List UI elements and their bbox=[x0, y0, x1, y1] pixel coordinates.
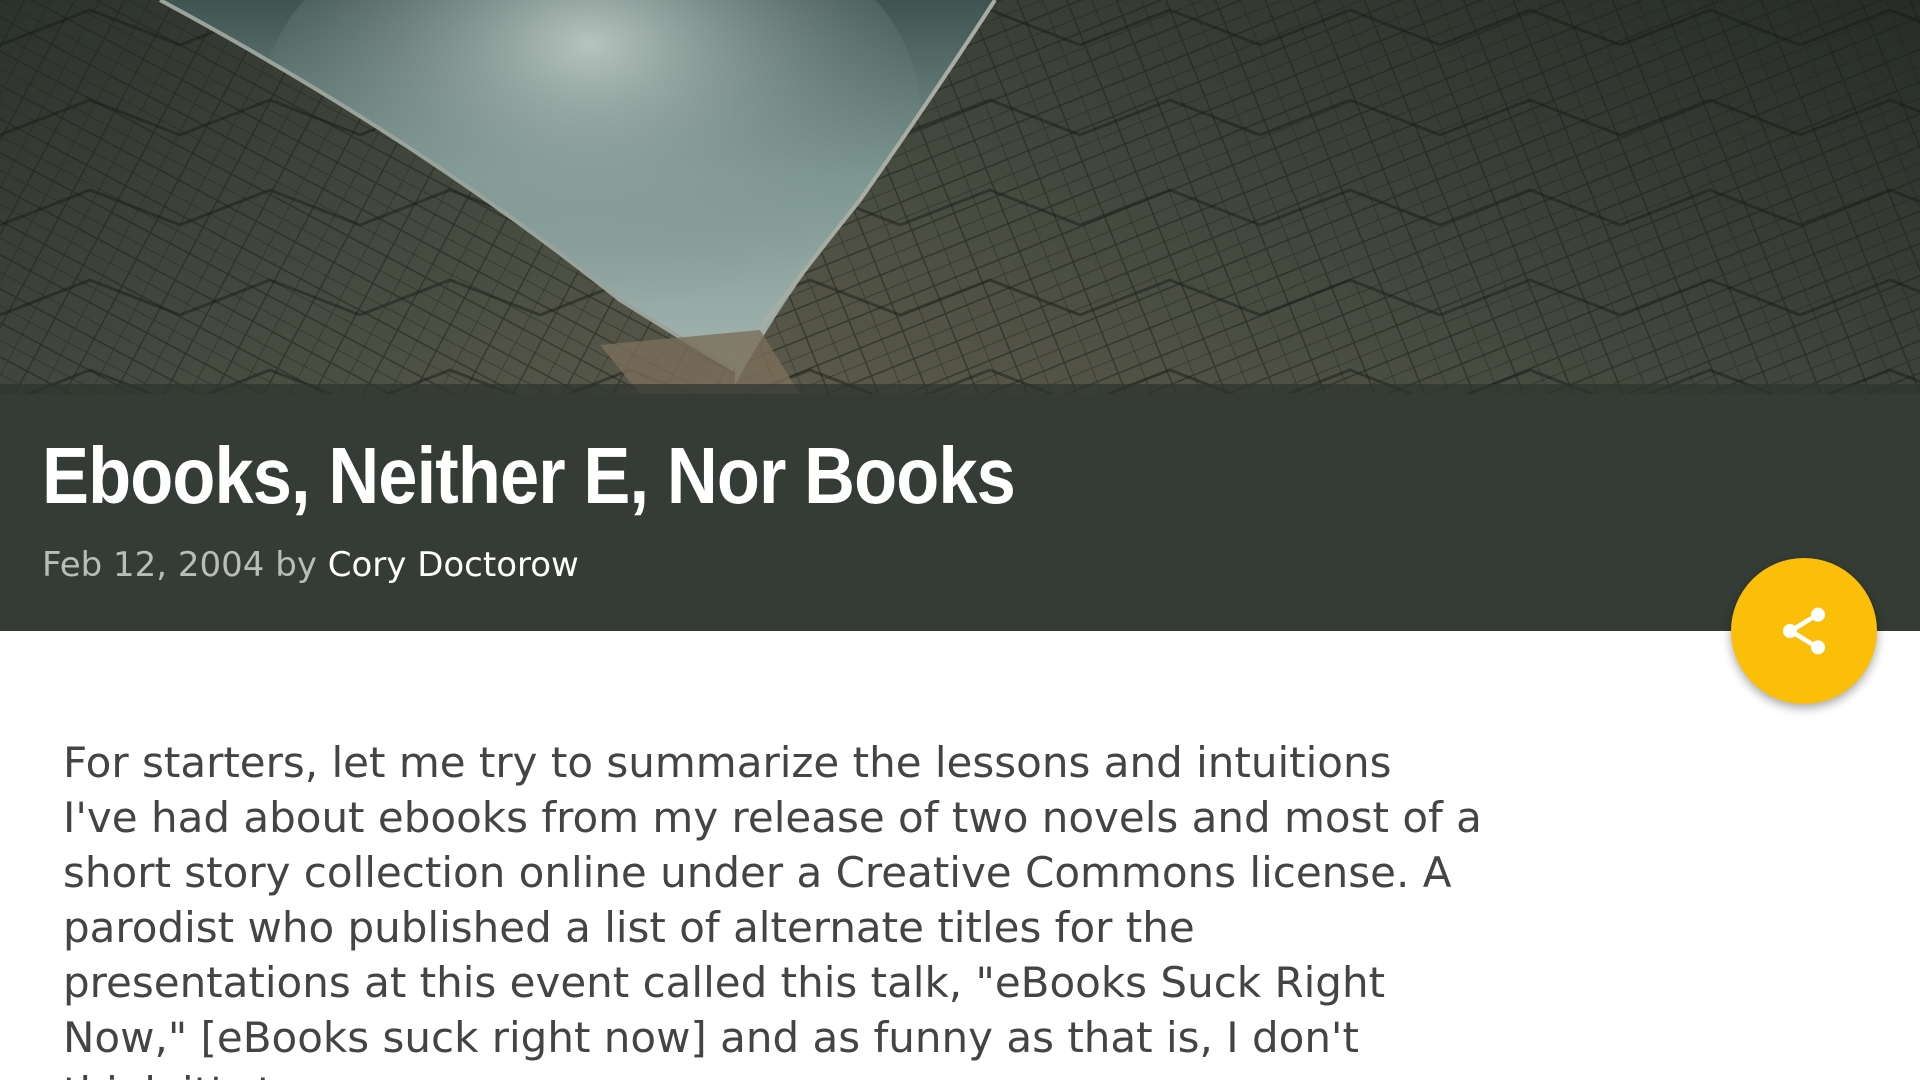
post-date: Feb 12, 2004 bbox=[42, 545, 265, 585]
body-line: parodist who published a list of alterna… bbox=[63, 903, 1195, 952]
body-line: Now," [eBooks suck right now] and as fun… bbox=[63, 1013, 1359, 1062]
post-body: For starters, let me try to summarize th… bbox=[63, 735, 1483, 1080]
body-line: short story collection online under a Cr… bbox=[63, 848, 1452, 897]
body-line: presentations at this event called this … bbox=[63, 958, 1386, 1007]
post-byline: Feb 12, 2004 by Cory Doctorow bbox=[42, 542, 579, 588]
body-line: I've had about ebooks from my release of… bbox=[63, 793, 1482, 842]
body-line: think it's true. bbox=[63, 1065, 1483, 1080]
share-button[interactable] bbox=[1731, 558, 1877, 704]
blog-post-page: Ebooks, Neither E, Nor Books Feb 12, 200… bbox=[0, 0, 1920, 1080]
post-title: Ebooks, Neither E, Nor Books bbox=[42, 431, 1016, 520]
header-image bbox=[0, 0, 1920, 394]
byline-by: by bbox=[275, 545, 317, 585]
author-link[interactable]: Cory Doctorow bbox=[328, 545, 579, 585]
body-line: For starters, let me try to summarize th… bbox=[63, 738, 1392, 787]
share-icon bbox=[1776, 603, 1832, 659]
